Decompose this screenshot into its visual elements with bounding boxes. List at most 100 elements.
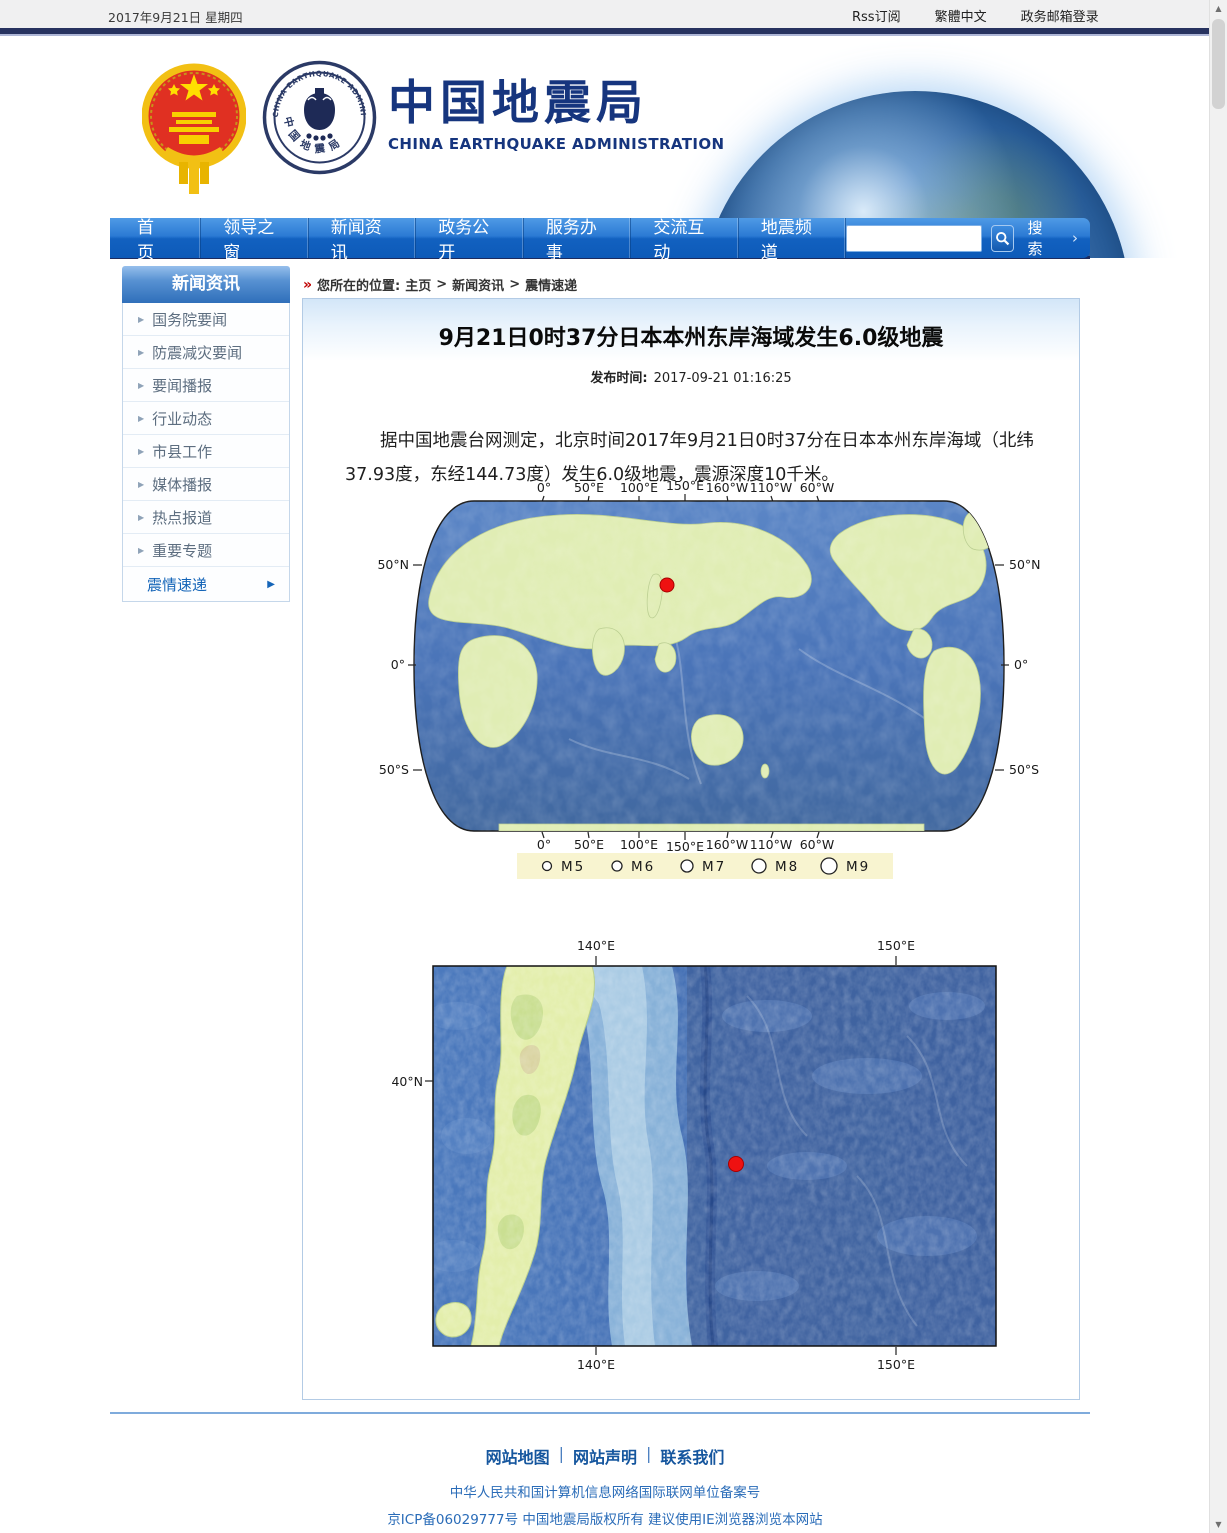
svg-text:150°E: 150°E bbox=[877, 1357, 915, 1372]
topbar-divider bbox=[0, 28, 1210, 36]
svg-text:160°W: 160°W bbox=[706, 837, 748, 852]
svg-text:100°E: 100°E bbox=[620, 837, 658, 852]
svg-text:0°: 0° bbox=[391, 657, 405, 672]
nav-item-home[interactable]: 首 页 bbox=[110, 218, 202, 263]
scrollbar-down-icon[interactable]: ▼ bbox=[1210, 1516, 1227, 1533]
epicenter-marker bbox=[659, 577, 675, 593]
svg-text:160°W: 160°W bbox=[706, 480, 748, 495]
footer-registration-line: 中华人民共和国计算机信息网络国际联网单位备案号 bbox=[449, 1485, 761, 1501]
sidebar-item-city-county-work[interactable]: ▶ 市县工作 bbox=[123, 435, 289, 468]
svg-text:140°E: 140°E bbox=[577, 1357, 615, 1372]
triangle-icon: ▶ bbox=[138, 380, 145, 390]
sidebar-title: 新闻资讯 bbox=[122, 266, 290, 303]
search-button[interactable] bbox=[991, 224, 1015, 252]
search-text-button[interactable]: 搜 索 bbox=[1027, 217, 1067, 259]
svg-text:50°N: 50°N bbox=[1009, 557, 1041, 572]
sidebar-item-important-specials[interactable]: ▶ 重要专题 bbox=[123, 534, 289, 567]
svg-text:150°E: 150°E bbox=[877, 938, 915, 953]
svg-text:40°N: 40°N bbox=[391, 1074, 423, 1089]
footer-separator: | bbox=[558, 1444, 564, 1463]
magnitude-legend: M5 M6 M7 M8 M9 bbox=[517, 853, 893, 879]
triangle-icon: ▶ bbox=[138, 446, 145, 456]
footer-divider bbox=[110, 1412, 1090, 1414]
search-icon bbox=[996, 231, 1010, 245]
topbar-links: Rss订阅 繁體中文 政务邮箱登录 bbox=[852, 6, 1099, 25]
svg-text:50°S: 50°S bbox=[1009, 762, 1039, 777]
sidebar-item-media-reports[interactable]: ▶ 媒体播报 bbox=[123, 468, 289, 501]
sidebar-item-industry-trends[interactable]: ▶ 行业动态 bbox=[123, 402, 289, 435]
sidebar-item-key-news[interactable]: ▶ 要闻播报 bbox=[123, 369, 289, 402]
breadcrumb-home-link[interactable]: 主页 bbox=[405, 275, 431, 294]
sidebar-item-disaster-reduction-news[interactable]: ▶ 防震减灾要闻 bbox=[123, 336, 289, 369]
national-emblem bbox=[142, 63, 246, 194]
detail-map-top-axis: 140°E 150°E bbox=[577, 938, 915, 965]
scrollbar-thumb[interactable] bbox=[1212, 19, 1225, 109]
svg-text:50°E: 50°E bbox=[574, 480, 604, 495]
breadcrumb: » 您所在的位置: 主页 > 新闻资讯 > 震情速递 bbox=[303, 275, 577, 295]
footer-statement-link[interactable]: 网站声明 bbox=[573, 1444, 637, 1468]
epicenter-marker bbox=[728, 1156, 744, 1172]
footer-links: 网站地图 | 网站声明 | 联系我们 bbox=[0, 1444, 1210, 1468]
world-map-image: 0° 50°E 100°E 150°E 160°W 110°W 60°W 50°… bbox=[377, 479, 1041, 879]
triangle-icon: ▶ bbox=[138, 545, 145, 555]
cea-seal: CHINA EARTHQUAKE ADMINISTRATION 中国地震局 bbox=[262, 60, 377, 175]
page: 2017年9月21日 星期四 Rss订阅 繁體中文 政务邮箱登录 CHINA E… bbox=[0, 0, 1227, 1533]
svg-text:50°N: 50°N bbox=[377, 557, 409, 572]
svg-text:50°E: 50°E bbox=[574, 837, 604, 852]
scrollbar-up-icon[interactable]: ▲ bbox=[1210, 0, 1227, 17]
svg-text:150°E: 150°E bbox=[666, 479, 704, 493]
footer-separator: | bbox=[646, 1444, 652, 1463]
topbar: 2017年9月21日 星期四 Rss订阅 繁體中文 政务邮箱登录 bbox=[0, 0, 1210, 28]
breadcrumb-prefix: 您所在的位置: bbox=[317, 279, 401, 294]
world-map-bottom-axis: 0° 50°E 100°E 150°E 160°W 110°W 60°W bbox=[537, 831, 835, 854]
nav-item-interaction[interactable]: 交流互动 bbox=[631, 218, 739, 263]
scrollbar[interactable]: ▲ ▼ bbox=[1209, 0, 1227, 1533]
detail-map-image: 140°E 150°E 40°N 140°E 150°E bbox=[391, 938, 997, 1372]
article-title: 9月21日0时37分日本本州东岸海域发生6.0级地震 bbox=[438, 326, 944, 351]
breadcrumb-news-link[interactable]: 新闻资讯 bbox=[452, 275, 504, 294]
nav-item-earthquake-channel[interactable]: 地震频道 bbox=[739, 218, 847, 263]
breadcrumb-separator: > bbox=[436, 277, 448, 292]
gov-mail-login-link[interactable]: 政务邮箱登录 bbox=[1021, 6, 1099, 25]
sidebar-item-earthquake-express-active[interactable]: 震情速递 ▶ bbox=[123, 567, 289, 601]
footer: 网站地图 | 网站声明 | 联系我们 中华人民共和国计算机信息网络国际联网单位备… bbox=[0, 1444, 1210, 1528]
detail-map-bottom-axis: 140°E 150°E bbox=[577, 1347, 915, 1372]
svg-text:60°W: 60°W bbox=[800, 837, 835, 852]
site-title-en: CHINA EARTHQUAKE ADMINISTRATION bbox=[388, 134, 725, 153]
svg-text:50°S: 50°S bbox=[379, 762, 409, 777]
svg-text:M8: M8 bbox=[775, 859, 799, 875]
svg-text:0°: 0° bbox=[537, 837, 551, 852]
footer-icp-line: 京ICP备06029777号 中国地震局版权所有 建议使用IE浏览器浏览本网站 bbox=[387, 1512, 823, 1528]
nav-item-services[interactable]: 服务办事 bbox=[524, 218, 632, 263]
article-panel: 9月21日0时37分日本本州东岸海域发生6.0级地震 发布时间: 2017-09-… bbox=[302, 298, 1080, 1400]
sidebar-item-state-council-news[interactable]: ▶ 国务院要闻 bbox=[123, 303, 289, 336]
triangle-right-icon: ▶ bbox=[267, 578, 275, 590]
sidebar-item-hot-topics[interactable]: ▶ 热点报道 bbox=[123, 501, 289, 534]
triangle-icon: ▶ bbox=[138, 479, 145, 489]
svg-text:M9: M9 bbox=[846, 859, 870, 875]
svg-text:140°E: 140°E bbox=[577, 938, 615, 953]
svg-text:0°: 0° bbox=[1014, 657, 1028, 672]
breadcrumb-marker-icon: » bbox=[303, 276, 313, 293]
nav-item-gov-disclosure[interactable]: 政务公开 bbox=[416, 218, 524, 263]
site-brand: 中国地震局 CHINA EARTHQUAKE ADMINISTRATION bbox=[388, 78, 724, 153]
svg-text:0°: 0° bbox=[537, 480, 551, 495]
svg-text:M5: M5 bbox=[561, 859, 585, 875]
svg-text:150°E: 150°E bbox=[666, 839, 704, 854]
rss-link[interactable]: Rss订阅 bbox=[852, 6, 901, 25]
search-input[interactable] bbox=[846, 224, 983, 252]
publish-time-value: 2017-09-21 01:16:25 bbox=[653, 371, 792, 386]
footer-sitemap-link[interactable]: 网站地图 bbox=[486, 1444, 550, 1468]
nav-item-leadership[interactable]: 领导之窗 bbox=[201, 218, 309, 263]
svg-text:M6: M6 bbox=[631, 859, 655, 875]
sidebar: 新闻资讯 ▶ 国务院要闻 ▶ 防震减灾要闻 ▶ 要闻播报 ▶ 行业动态 ▶ 市县工作 ▶ 媒… bbox=[122, 266, 290, 602]
breadcrumb-separator: > bbox=[509, 277, 521, 292]
traditional-chinese-link[interactable]: 繁體中文 bbox=[935, 6, 987, 25]
triangle-icon: ▶ bbox=[138, 512, 145, 522]
nav-search: 搜 索 › bbox=[846, 218, 1090, 258]
world-map-top-axis: 0° 50°E 100°E 150°E 160°W 110°W 60°W bbox=[537, 479, 834, 503]
nav-item-news[interactable]: 新闻资讯 bbox=[309, 218, 417, 263]
detail-map-left-axis: 40°N bbox=[391, 1074, 433, 1089]
footer-contact-link[interactable]: 联系我们 bbox=[660, 1444, 724, 1468]
breadcrumb-earthquake-express-link[interactable]: 震情速递 bbox=[525, 275, 577, 294]
